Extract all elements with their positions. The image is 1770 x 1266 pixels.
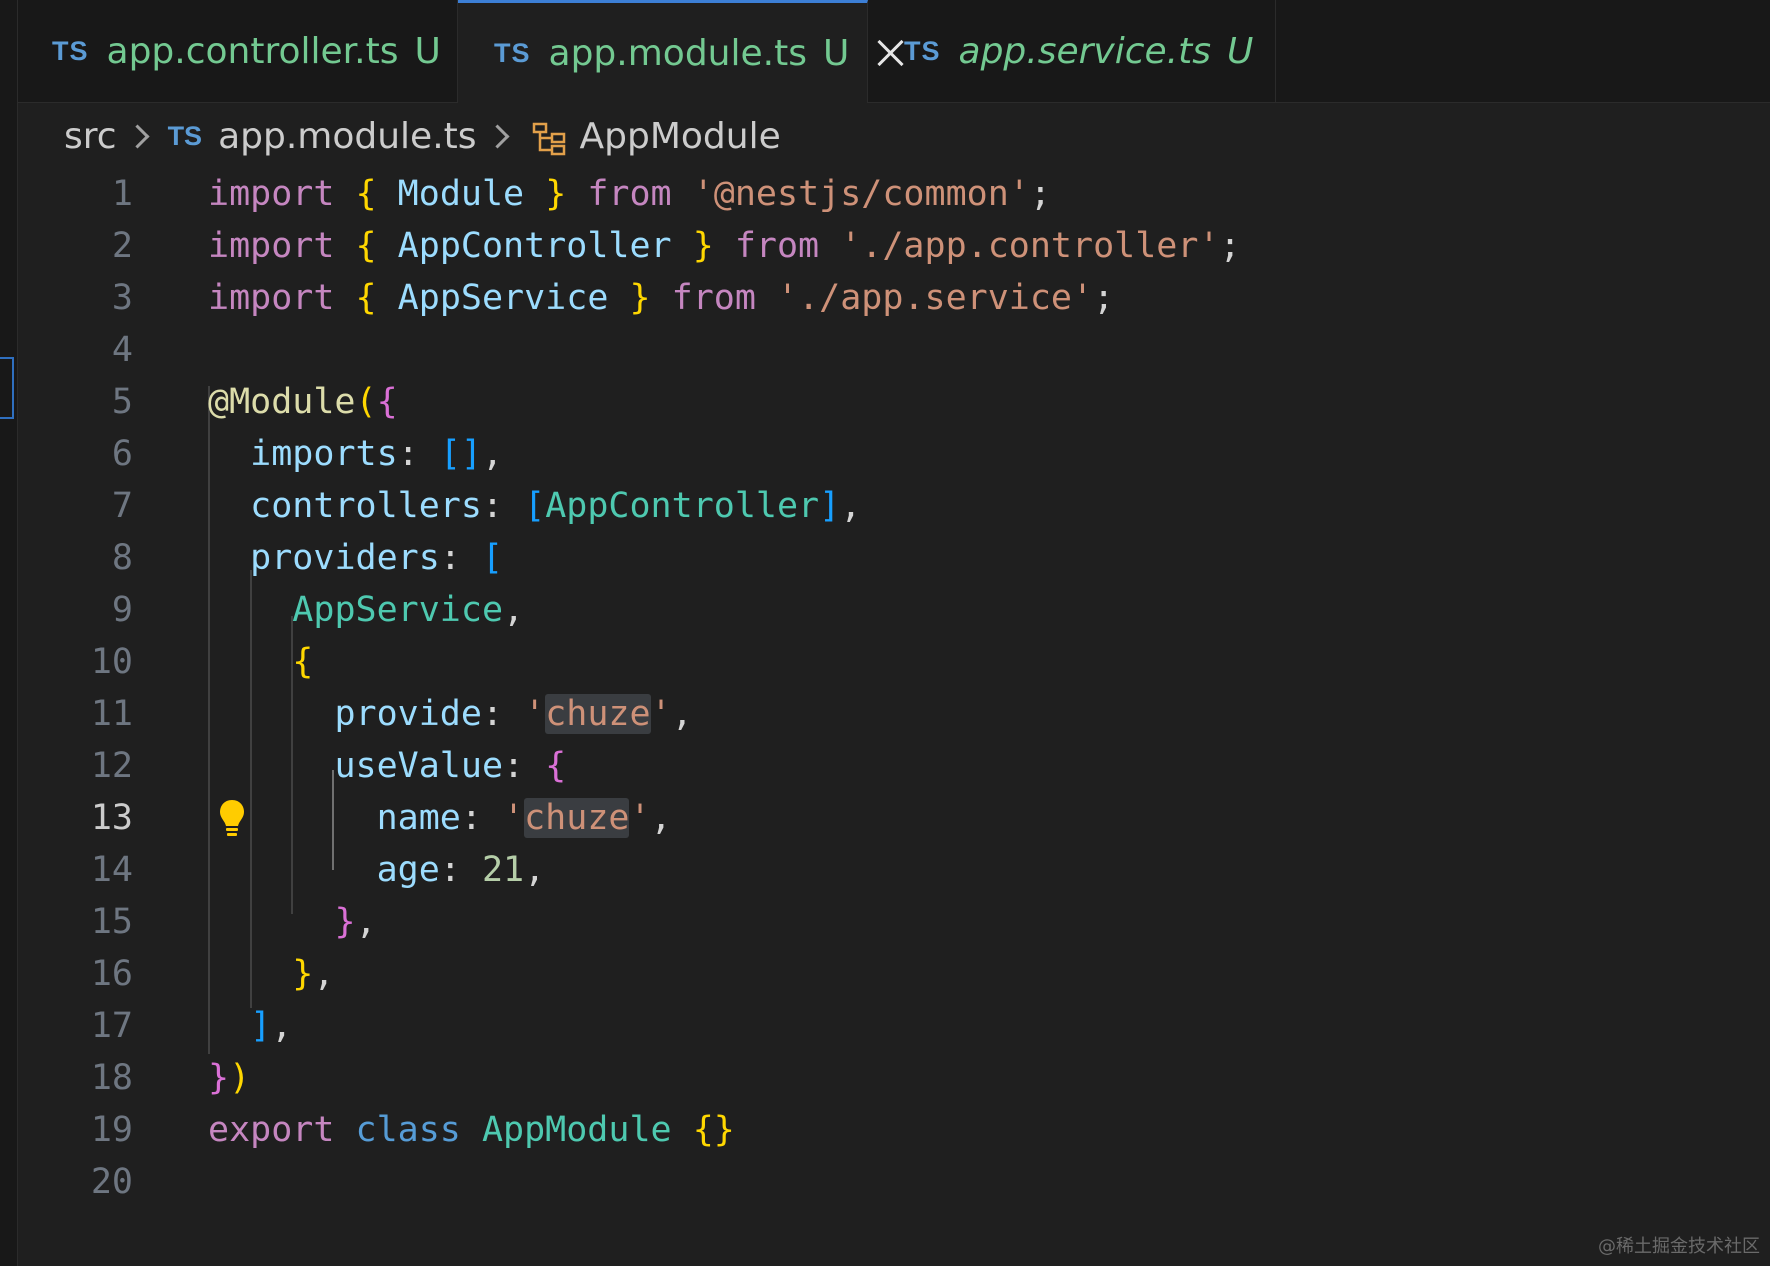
breadcrumb-folder[interactable]: src bbox=[64, 116, 117, 157]
line-number: 11 bbox=[90, 694, 133, 734]
class-name: AppModule bbox=[481, 1110, 672, 1150]
identifier: AppService bbox=[397, 278, 609, 318]
line-number: 5 bbox=[111, 382, 133, 422]
string-highlight: chuze bbox=[524, 798, 630, 838]
string: './app.controller' bbox=[840, 226, 1220, 266]
keyword: import bbox=[208, 174, 335, 214]
line-number: 6 bbox=[111, 434, 133, 474]
typescript-file-icon: TS bbox=[167, 120, 203, 151]
line-number: 12 bbox=[90, 746, 133, 786]
property-key: name bbox=[376, 798, 461, 838]
code-line-16: 16 }, bbox=[18, 948, 1718, 1000]
breadcrumb-file[interactable]: app.module.ts bbox=[218, 116, 476, 157]
line-number: 16 bbox=[90, 954, 133, 994]
keyword: import bbox=[208, 226, 335, 266]
property-key: useValue bbox=[334, 746, 504, 786]
tab-status-untracked: U bbox=[414, 30, 441, 72]
string: '@nestjs/common' bbox=[692, 174, 1030, 214]
line-number: 4 bbox=[111, 330, 133, 370]
line-number: 18 bbox=[90, 1058, 133, 1098]
breadcrumb-symbol[interactable]: AppModule bbox=[580, 116, 781, 157]
code-line-5: 5 @Module({ bbox=[18, 376, 1718, 428]
decorator: @Module bbox=[208, 382, 356, 422]
code-line-12: 12 useValue: { bbox=[18, 740, 1718, 792]
line-number: 9 bbox=[111, 590, 133, 630]
breadcrumb: src TS app.module.ts AppModule bbox=[64, 110, 781, 162]
identifier: Module bbox=[397, 174, 525, 214]
tab-status-untracked: U bbox=[822, 32, 850, 74]
code-line-14: 14 age: 21, bbox=[18, 844, 1718, 896]
tab-label: app.module.ts bbox=[548, 32, 807, 74]
tab-status-untracked: U bbox=[1227, 30, 1254, 72]
code-line-10: 10 { bbox=[18, 636, 1718, 688]
typescript-file-icon: TS bbox=[904, 35, 941, 66]
number-literal: 21 bbox=[481, 850, 525, 890]
code-line-3: 3 import { AppService } from './app.serv… bbox=[18, 272, 1718, 324]
line-number: 15 bbox=[90, 902, 133, 942]
code-line-9: 9 AppService, bbox=[18, 584, 1718, 636]
code-line-2: 2 import { AppController } from './app.c… bbox=[18, 220, 1718, 272]
line-number: 14 bbox=[90, 850, 133, 890]
tab-app-service[interactable]: TS app.service.ts U bbox=[868, 0, 1276, 102]
line-number-current: 13 bbox=[90, 798, 133, 838]
code-line-7: 7 controllers: [AppController], bbox=[18, 480, 1718, 532]
code-line-19: 19 export class AppModule {} bbox=[18, 1104, 1718, 1156]
line-number: 7 bbox=[111, 486, 133, 526]
left-rail bbox=[0, 0, 18, 1266]
property-key: imports bbox=[250, 434, 398, 474]
editor-window: TS app.controller.ts U TS app.module.ts … bbox=[0, 0, 1770, 1266]
class-reference: AppController bbox=[545, 486, 820, 526]
code-editor[interactable]: 1 import { Module } from '@nestjs/common… bbox=[18, 168, 1770, 1266]
code-line-15: 15 }, bbox=[18, 896, 1718, 948]
keyword: from bbox=[671, 278, 756, 318]
line-number: 20 bbox=[90, 1162, 133, 1202]
keyword: from bbox=[587, 174, 672, 214]
code-line-18: 18 }) bbox=[18, 1052, 1718, 1104]
keyword: export bbox=[208, 1110, 335, 1150]
class-reference: AppService bbox=[292, 590, 504, 630]
code-line-4: 4 bbox=[18, 324, 1718, 376]
code-line-11: 11 provide: 'chuze', bbox=[18, 688, 1718, 740]
tab-app-controller[interactable]: TS app.controller.ts U bbox=[18, 0, 458, 102]
code-line-6: 6 imports: [], bbox=[18, 428, 1718, 480]
line-number: 19 bbox=[90, 1110, 133, 1150]
tab-bar: TS app.controller.ts U TS app.module.ts … bbox=[18, 0, 1770, 103]
code-line-1: 1 import { Module } from '@nestjs/common… bbox=[18, 168, 1718, 220]
code-line-13: 13 name: 'chuze', bbox=[18, 792, 1718, 844]
keyword: from bbox=[734, 226, 820, 266]
typescript-file-icon: TS bbox=[494, 37, 531, 68]
keyword: import bbox=[208, 278, 335, 318]
watermark: @稀土掘金技术社区 bbox=[1598, 1236, 1760, 1257]
chevron-right-icon bbox=[484, 123, 510, 149]
line-number: 1 bbox=[111, 174, 133, 214]
line-number: 3 bbox=[111, 278, 133, 318]
property-key: age bbox=[376, 850, 440, 890]
tab-app-module[interactable]: TS app.module.ts U bbox=[458, 0, 868, 103]
tab-label: app.service.ts bbox=[958, 30, 1211, 72]
property-key: providers bbox=[250, 538, 440, 578]
line-number: 2 bbox=[111, 226, 133, 266]
keyword: class bbox=[355, 1110, 461, 1150]
module-symbol-icon bbox=[532, 122, 565, 156]
tab-label: app.controller.ts bbox=[106, 30, 399, 72]
string-highlight: chuze bbox=[545, 694, 651, 734]
line-number: 10 bbox=[90, 642, 133, 682]
string: './app.service' bbox=[777, 278, 1094, 318]
code-line-8: 8 providers: [ bbox=[18, 532, 1718, 584]
chevron-right-icon bbox=[125, 123, 150, 149]
code-line-20: 20 bbox=[18, 1156, 1718, 1208]
identifier: AppController bbox=[397, 226, 672, 266]
line-number: 17 bbox=[90, 1006, 133, 1046]
property-key: controllers bbox=[250, 486, 482, 526]
code-line-17: 17 ], bbox=[18, 1000, 1718, 1052]
line-number: 8 bbox=[111, 538, 133, 578]
property-key: provide bbox=[334, 694, 482, 734]
typescript-file-icon: TS bbox=[52, 35, 89, 66]
change-marker[interactable] bbox=[0, 357, 14, 419]
